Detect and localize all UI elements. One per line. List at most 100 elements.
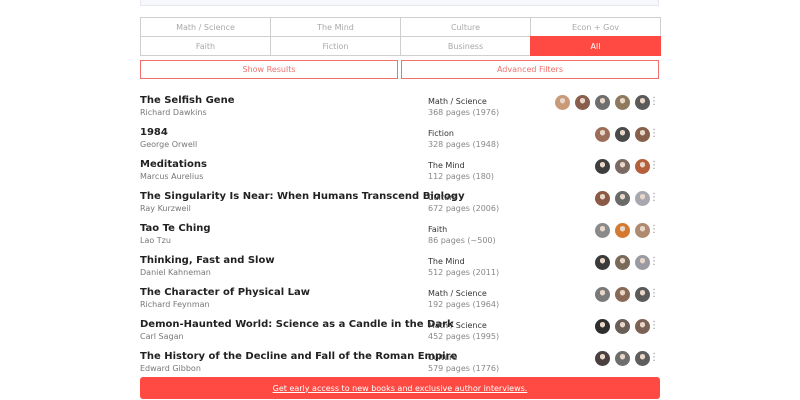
book-category: Fiction xyxy=(428,129,454,138)
early-access-link[interactable]: Get early access to new books and exclus… xyxy=(273,384,528,393)
top-search-bar-edge xyxy=(140,0,659,6)
avatar[interactable] xyxy=(595,351,610,366)
book-title[interactable]: Demon-Haunted World: Science as a Candle… xyxy=(140,319,454,330)
avatar[interactable] xyxy=(615,191,630,206)
more-options-icon[interactable]: ⋮ xyxy=(649,129,659,139)
more-options-icon[interactable]: ⋮ xyxy=(649,161,659,171)
book-author: Richard Dawkins xyxy=(140,108,207,117)
avatar[interactable] xyxy=(575,95,590,110)
book-category: Culture xyxy=(428,193,458,202)
category-fiction[interactable]: Fiction xyxy=(270,36,401,56)
book-pages: 328 pages (1948) xyxy=(428,140,500,149)
book-row[interactable]: The Character of Physical Law Richard Fey… xyxy=(140,282,660,314)
book-pages: 452 pages (1995) xyxy=(428,332,500,341)
more-options-icon[interactable]: ⋮ xyxy=(649,225,659,235)
category-the-mind[interactable]: The Mind xyxy=(270,17,401,37)
book-category: Culture xyxy=(428,353,458,362)
book-author: Richard Feynman xyxy=(140,300,210,309)
category-math-science[interactable]: Math / Science xyxy=(140,17,271,37)
book-category: The Mind xyxy=(428,161,465,170)
book-title[interactable]: The Selfish Gene xyxy=(140,95,234,106)
reader-avatars xyxy=(595,223,650,238)
avatar[interactable] xyxy=(595,223,610,238)
category-all[interactable]: All xyxy=(530,36,661,56)
avatar[interactable] xyxy=(555,95,570,110)
avatar[interactable] xyxy=(635,223,650,238)
avatar[interactable] xyxy=(595,159,610,174)
avatar[interactable] xyxy=(615,223,630,238)
book-row[interactable]: The History of the Decline and Fall of t… xyxy=(140,346,660,378)
book-author: Edward Gibbon xyxy=(140,364,201,373)
category-culture[interactable]: Culture xyxy=(400,17,531,37)
more-options-icon[interactable]: ⋮ xyxy=(649,321,659,331)
more-options-icon[interactable]: ⋮ xyxy=(649,289,659,299)
category-econ-gov[interactable]: Econ + Gov xyxy=(530,17,661,37)
book-row[interactable]: Demon-Haunted World: Science as a Candle… xyxy=(140,314,660,346)
avatar[interactable] xyxy=(615,351,630,366)
more-options-icon[interactable]: ⋮ xyxy=(649,353,659,363)
category-filter-grid: Math / Science The Mind Culture Econ + G… xyxy=(140,17,661,56)
avatar[interactable] xyxy=(595,319,610,334)
book-category: Math / Science xyxy=(428,289,487,298)
avatar[interactable] xyxy=(595,191,610,206)
avatar[interactable] xyxy=(635,191,650,206)
book-pages: 112 pages (180) xyxy=(428,172,495,181)
book-category: Math / Science xyxy=(428,321,487,330)
book-title[interactable]: Meditations xyxy=(140,159,207,170)
category-faith[interactable]: Faith xyxy=(140,36,271,56)
reader-avatars xyxy=(595,127,650,142)
category-business[interactable]: Business xyxy=(400,36,531,56)
book-pages: 672 pages (2006) xyxy=(428,204,500,213)
book-author: Daniel Kahneman xyxy=(140,268,211,277)
reader-avatars xyxy=(595,159,650,174)
book-pages: 86 pages (~500) xyxy=(428,236,496,245)
book-title[interactable]: The Character of Physical Law xyxy=(140,287,310,298)
avatar[interactable] xyxy=(635,159,650,174)
book-row[interactable]: 1984 George Orwell Fiction 328 pages (1948)… xyxy=(140,122,660,154)
book-title[interactable]: 1984 xyxy=(140,127,168,138)
more-options-icon[interactable]: ⋮ xyxy=(649,97,659,107)
avatar[interactable] xyxy=(615,95,630,110)
avatar[interactable] xyxy=(635,351,650,366)
book-row[interactable]: Meditations Marcus Aurelius The Mind 112 pa… xyxy=(140,154,660,186)
avatar[interactable] xyxy=(615,255,630,270)
reader-avatars xyxy=(595,319,650,334)
more-options-icon[interactable]: ⋮ xyxy=(649,257,659,267)
book-category: The Mind xyxy=(428,257,465,266)
book-pages: 512 pages (2011) xyxy=(428,268,500,277)
avatar[interactable] xyxy=(595,255,610,270)
reader-avatars xyxy=(595,255,650,270)
reader-avatars xyxy=(595,351,650,366)
book-row[interactable]: The Singularity Is Near: When Humans Tra… xyxy=(140,186,660,218)
show-results-button[interactable]: Show Results xyxy=(140,60,398,79)
book-author: Marcus Aurelius xyxy=(140,172,204,181)
avatar[interactable] xyxy=(615,287,630,302)
reader-avatars xyxy=(595,191,650,206)
avatar[interactable] xyxy=(635,319,650,334)
avatar[interactable] xyxy=(595,287,610,302)
avatar[interactable] xyxy=(635,95,650,110)
avatar[interactable] xyxy=(635,127,650,142)
book-title[interactable]: The Singularity Is Near: When Humans Tra… xyxy=(140,191,465,202)
book-row[interactable]: Tao Te Ching Lao Tzu Faith 86 pages (~500) ⋮ xyxy=(140,218,660,250)
more-options-icon[interactable]: ⋮ xyxy=(649,193,659,203)
avatar[interactable] xyxy=(635,287,650,302)
book-row[interactable]: The Selfish Gene Richard Dawkins Math / Sc… xyxy=(140,90,660,122)
book-author: Carl Sagan xyxy=(140,332,184,341)
book-row[interactable]: Thinking, Fast and Slow Daniel Kahneman Th… xyxy=(140,250,660,282)
avatar[interactable] xyxy=(595,95,610,110)
avatar[interactable] xyxy=(615,127,630,142)
book-author: Ray Kurzweil xyxy=(140,204,191,213)
avatar[interactable] xyxy=(595,127,610,142)
book-title[interactable]: Thinking, Fast and Slow xyxy=(140,255,275,266)
book-category: Math / Science xyxy=(428,97,487,106)
reader-avatars xyxy=(555,95,650,110)
avatar[interactable] xyxy=(615,319,630,334)
book-pages: 192 pages (1964) xyxy=(428,300,500,309)
advanced-filters-button[interactable]: Advanced Filters xyxy=(401,60,659,79)
book-list: The Selfish Gene Richard Dawkins Math / Sc… xyxy=(140,90,660,378)
book-title[interactable]: Tao Te Ching xyxy=(140,223,211,234)
book-title[interactable]: The History of the Decline and Fall of t… xyxy=(140,351,457,362)
avatar[interactable] xyxy=(635,255,650,270)
avatar[interactable] xyxy=(615,159,630,174)
